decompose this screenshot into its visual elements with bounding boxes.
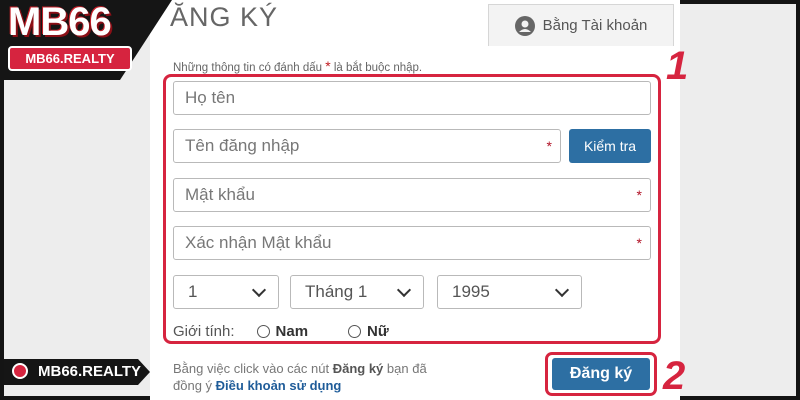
chevron-down-icon xyxy=(396,282,412,298)
chevron-down-icon xyxy=(251,282,267,298)
globe-icon xyxy=(12,363,28,379)
required-note: Những thông tin có đánh dấu * là bắt buộ… xyxy=(173,58,422,74)
chevron-down-icon xyxy=(554,282,570,298)
gender-label: Giới tính: xyxy=(173,323,235,340)
required-note-after: là bắt buộc nhập. xyxy=(333,62,423,74)
radio-circle-icon xyxy=(348,325,362,338)
step-label-1: 1 xyxy=(666,44,689,88)
required-star-icon: * xyxy=(636,187,642,203)
required-star-icon: * xyxy=(325,58,331,74)
username-placeholder: Tên đăng nhập xyxy=(185,136,300,155)
terms-text-1: Bằng việc click vào các nút xyxy=(173,361,330,376)
fullname-field[interactable]: Họ tên xyxy=(173,81,651,115)
gender-row: Giới tính: Nam Nữ xyxy=(173,323,389,340)
terms-text-3: đồng ý xyxy=(173,378,213,393)
password-field[interactable]: Mật khẩu * xyxy=(173,178,651,212)
birth-year-value: 1995 xyxy=(452,282,490,301)
username-field[interactable]: Tên đăng nhập * xyxy=(173,129,561,163)
password-placeholder: Mật khẩu xyxy=(185,185,255,204)
birth-year-select[interactable]: 1995 xyxy=(437,275,582,309)
gender-male-label: Nam xyxy=(275,323,309,340)
birth-month-value: Tháng 1 xyxy=(305,282,368,301)
brand-logo: MB66 MB66.REALTY xyxy=(0,0,172,80)
terms-link[interactable]: Điều khoản sử dụng xyxy=(216,378,342,393)
birth-day-select[interactable]: 1 xyxy=(173,275,279,309)
birth-month-select[interactable]: Tháng 1 xyxy=(290,275,424,309)
required-star-icon: * xyxy=(636,235,642,251)
brand-badge: MB66.REALTY xyxy=(4,359,150,385)
birth-day-value: 1 xyxy=(188,282,198,301)
user-icon xyxy=(514,15,535,36)
fullname-placeholder: Họ tên xyxy=(185,88,236,107)
confirm-password-placeholder: Xác nhận Mật khẩu xyxy=(185,233,332,252)
required-star-icon: * xyxy=(546,138,552,154)
badge-label: MB66.REALTY xyxy=(38,363,142,380)
confirm-password-field[interactable]: Xác nhận Mật khẩu * xyxy=(173,226,651,260)
tab-account-label: Bằng Tài khoản xyxy=(542,17,648,34)
gender-female-label: Nữ xyxy=(367,323,389,340)
terms-text: Bằng việc click vào các nút Đăng ký bạn … xyxy=(173,360,427,394)
gender-radio-female[interactable]: Nữ xyxy=(348,323,389,340)
register-button[interactable]: Đăng ký xyxy=(552,358,650,390)
required-note-before: Những thông tin có đánh dấu xyxy=(173,62,323,74)
logo-title: MB66 xyxy=(8,0,112,44)
radio-circle-icon xyxy=(256,325,270,338)
step-label-2: 2 xyxy=(663,354,686,398)
terms-text-2: bạn đã xyxy=(386,361,427,376)
logo-subtitle: MB66.REALTY xyxy=(8,46,132,71)
page-title: ĂNG KÝ xyxy=(170,2,279,32)
tab-account[interactable]: Bằng Tài khoản xyxy=(488,4,674,46)
terms-bold: Đăng ký xyxy=(332,361,384,376)
gender-radio-male[interactable]: Nam xyxy=(256,323,309,340)
check-username-button[interactable]: Kiểm tra xyxy=(569,129,651,163)
